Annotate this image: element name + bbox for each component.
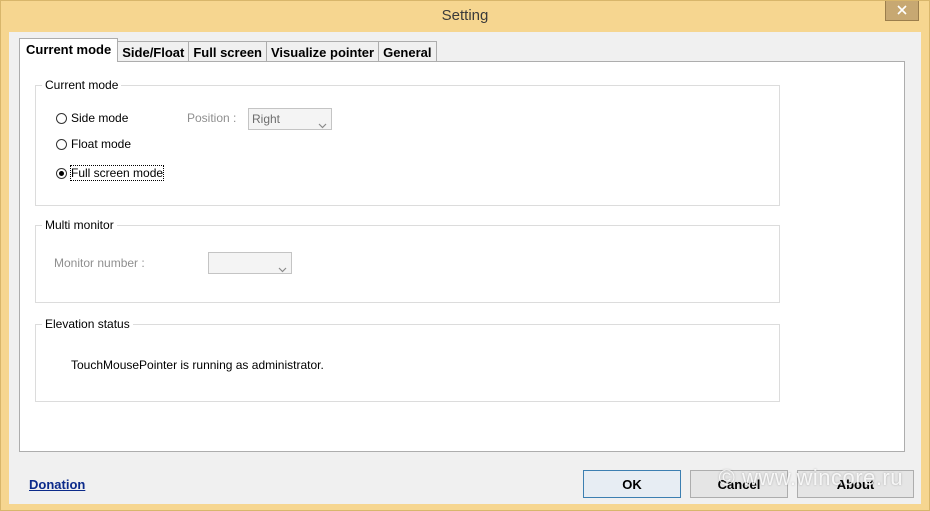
tab-panel-current-mode: Current mode Side mode Float mode Full s…	[19, 61, 905, 452]
radio-checked-icon	[56, 167, 67, 179]
tab-general[interactable]: General	[378, 41, 437, 62]
tab-visualize-pointer[interactable]: Visualize pointer	[266, 41, 380, 62]
window-title: Setting	[441, 7, 489, 24]
close-icon	[897, 4, 907, 18]
full-screen-mode-radio[interactable]: Full screen mode	[56, 165, 165, 181]
float-mode-radio[interactable]: Float mode	[56, 137, 131, 151]
tab-strip: Current mode Side/Float Full screen Visu…	[19, 38, 437, 62]
elevation-status-group: Elevation status TouchMousePointer is ru…	[35, 317, 780, 402]
close-button[interactable]	[885, 1, 919, 21]
float-mode-label: Float mode	[71, 137, 132, 151]
current-mode-group-title: Current mode	[42, 78, 122, 92]
tab-current-mode[interactable]: Current mode	[19, 38, 119, 62]
elevation-status-text: TouchMousePointer is running as administ…	[71, 358, 324, 372]
monitor-number-select[interactable]	[208, 252, 292, 274]
position-value: Right	[252, 112, 281, 126]
chevron-down-icon	[278, 259, 287, 279]
tab-side-float[interactable]: Side/Float	[117, 41, 190, 62]
monitor-number-label: Monitor number :	[54, 256, 145, 270]
watermark-text: © www.wincore.ru	[718, 465, 903, 490]
radio-unchecked-icon	[56, 112, 67, 124]
tab-full-screen[interactable]: Full screen	[188, 41, 267, 62]
elevation-status-group-title: Elevation status	[42, 317, 133, 331]
side-mode-label: Side mode	[71, 111, 129, 125]
side-mode-radio[interactable]: Side mode	[56, 111, 128, 125]
ok-button[interactable]: OK	[583, 470, 681, 498]
position-label: Position :	[187, 111, 237, 125]
multi-monitor-group: Multi monitor Monitor number :	[35, 218, 780, 303]
radio-unchecked-icon	[56, 138, 67, 150]
dialog-client-area: Current mode Side/Float Full screen Visu…	[9, 32, 921, 504]
full-screen-mode-label: Full screen mode	[69, 165, 165, 181]
donation-link[interactable]: Donation	[29, 477, 85, 492]
position-select[interactable]: Right	[248, 108, 332, 130]
multi-monitor-group-title: Multi monitor	[42, 218, 117, 232]
settings-window: Setting Current mode Side/Float Full scr…	[0, 0, 930, 511]
chevron-down-icon	[318, 115, 327, 135]
current-mode-group: Current mode Side mode Float mode Full s…	[35, 78, 780, 206]
